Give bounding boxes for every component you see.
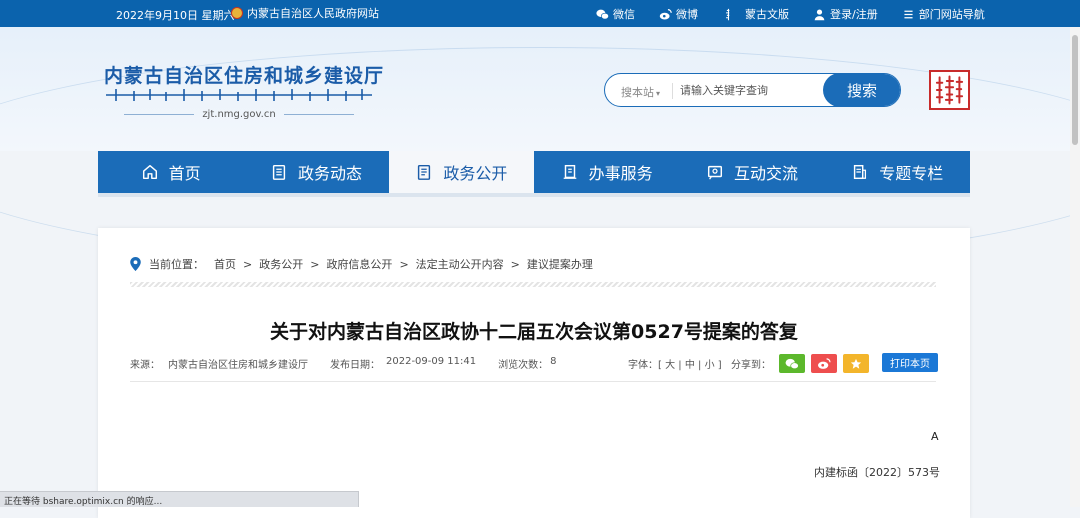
share-weibo-button[interactable] xyxy=(811,354,837,373)
search-scope-select[interactable]: 搜本站 ▾ xyxy=(621,84,660,100)
column-icon xyxy=(854,164,867,180)
mongolian-version-link[interactable]: 蒙古文版 xyxy=(722,6,789,22)
share-label: 分享到： xyxy=(731,360,771,371)
service-icon xyxy=(563,164,576,179)
nav-item-interaction[interactable]: 互动交流 xyxy=(679,151,824,193)
site-header: 内蒙古自治区住房和城乡建设厅 zjt.nmg.gov.cn 搜本站▾ 搜索 xyxy=(0,27,1080,269)
wechat-icon xyxy=(785,358,799,369)
gov-site-link[interactable]: 内蒙古自治区人民政府网站 xyxy=(231,5,379,21)
national-emblem-icon xyxy=(231,7,243,19)
location-pin-icon xyxy=(130,257,141,271)
decorative-stripe xyxy=(130,282,936,287)
article-views: 8 xyxy=(550,356,557,367)
seal-icon xyxy=(935,75,964,105)
login-register-link[interactable]: 登录/注册 xyxy=(813,6,878,22)
nav-item-home[interactable]: 首页 xyxy=(98,151,243,193)
site-domain: zjt.nmg.gov.cn xyxy=(104,109,374,120)
list-icon xyxy=(904,10,913,18)
font-small-button[interactable]: 小 xyxy=(705,360,715,371)
nav-item-special-topics[interactable]: 专题专栏 xyxy=(825,151,970,193)
weibo-link[interactable]: 微博 xyxy=(659,6,698,22)
font-large-button[interactable]: 大 xyxy=(665,360,675,371)
breadcrumb-proposals[interactable]: 建议提案办理 xyxy=(527,256,593,272)
article-body-grade: A xyxy=(931,430,939,443)
top-links: 微信 微博 蒙古文版 登录/注册 部门网站导航 xyxy=(596,6,1009,22)
wechat-link[interactable]: 微信 xyxy=(596,6,635,22)
article-meta: 来源： 内蒙古自治区住房和城乡建设厅 发布日期： 2022-09-09 11:4… xyxy=(130,356,557,371)
breadcrumb-gov-info[interactable]: 政府信息公开 xyxy=(326,256,392,272)
top-bar: 2022年9月10日 星期六 内蒙古自治区人民政府网站 微信 微博 蒙古文版 登… xyxy=(0,0,1080,27)
page-scrollbar[interactable] xyxy=(1070,27,1080,507)
share-favorite-button[interactable] xyxy=(843,354,869,373)
nav-item-services[interactable]: 办事服务 xyxy=(534,151,679,193)
document-icon xyxy=(418,164,431,180)
dept-nav-link[interactable]: 部门网站导航 xyxy=(902,6,985,22)
breadcrumb-home[interactable]: 首页 xyxy=(214,256,236,272)
weibo-label: 微博 xyxy=(676,8,698,21)
weibo-icon xyxy=(818,357,831,369)
site-title[interactable]: 内蒙古自治区住房和城乡建设厅 xyxy=(104,61,384,88)
font-medium-button[interactable]: 中 xyxy=(685,360,695,371)
breadcrumb-statutory[interactable]: 法定主动公开内容 xyxy=(416,256,504,272)
current-date: 2022年9月10日 星期六 xyxy=(116,9,235,22)
user-icon xyxy=(814,8,825,20)
mongolian-script-icon xyxy=(726,8,730,20)
search-input[interactable] xyxy=(680,82,820,98)
nav-item-news[interactable]: 政务动态 xyxy=(243,151,388,193)
search-button[interactable]: 搜索 xyxy=(823,74,900,106)
breadcrumb: 当前位置： 首页 > 政务公开 > 政府信息公开 > 法定主动公开内容 > 建议… xyxy=(130,256,593,272)
scrollbar-thumb[interactable] xyxy=(1072,35,1078,145)
font-size-control: 字体：[ 大 | 中 | 小 ] xyxy=(628,360,722,371)
home-icon xyxy=(142,164,157,180)
chat-icon xyxy=(707,165,722,180)
clipboard-icon xyxy=(272,164,286,180)
dept-nav-label: 部门网站导航 xyxy=(918,8,985,21)
main-nav: 首页 政务动态 政务公开 办事服务 互动交流 专题专栏 xyxy=(98,151,970,193)
weibo-icon xyxy=(659,8,672,20)
mongolian-seal-logo[interactable] xyxy=(929,70,970,110)
star-icon xyxy=(850,358,862,369)
breadcrumb-prefix: 当前位置： xyxy=(149,258,204,271)
mongolian-script-logo xyxy=(106,89,372,101)
article-source: 内蒙古自治区住房和城乡建设厅 xyxy=(168,360,308,371)
gov-site-label: 内蒙古自治区人民政府网站 xyxy=(247,7,379,20)
wechat-icon xyxy=(596,9,609,19)
browser-status-bar: 正在等待 bshare.optimix.cn 的响应... xyxy=(0,491,359,507)
article-doc-number: 内建标函〔2022〕573号 xyxy=(814,466,940,479)
chevron-down-icon: ▾ xyxy=(656,89,661,98)
wechat-label: 微信 xyxy=(613,8,635,21)
login-register-label: 登录/注册 xyxy=(830,8,878,21)
share-wechat-button[interactable] xyxy=(779,354,805,373)
nav-item-public-affairs[interactable]: 政务公开 xyxy=(388,151,534,193)
print-button[interactable]: 打印本页 xyxy=(882,353,938,372)
article-card: 当前位置： 首页 > 政务公开 > 政府信息公开 > 法定主动公开内容 > 建议… xyxy=(98,228,970,518)
breadcrumb-public-affairs[interactable]: 政务公开 xyxy=(259,256,303,272)
article-date: 2022-09-09 11:41 xyxy=(386,356,477,367)
article-title: 关于对内蒙古自治区政协十二届五次会议第0527号提案的答复 xyxy=(270,321,798,343)
search-box: 搜本站▾ 搜索 xyxy=(604,73,901,107)
mongolian-version-label: 蒙古文版 xyxy=(745,8,789,21)
